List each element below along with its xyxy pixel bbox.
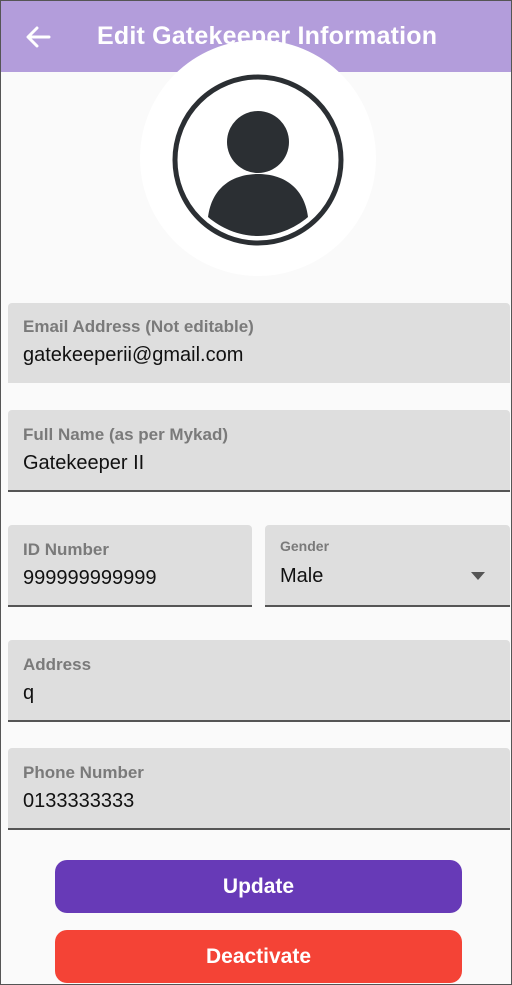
full-name-input[interactable]: Gatekeeper II bbox=[23, 452, 144, 475]
dropdown-arrow-icon bbox=[471, 572, 485, 580]
phone-number-input[interactable]: 0133333333 bbox=[23, 790, 134, 813]
deactivate-button[interactable]: Deactivate bbox=[55, 930, 462, 983]
update-button[interactable]: Update bbox=[55, 860, 462, 913]
email-field: Email Address (Not editable) gatekeeperi… bbox=[8, 303, 510, 383]
gender-label: Gender bbox=[280, 538, 330, 554]
full-name-field[interactable]: Full Name (as per Mykad) Gatekeeper II bbox=[8, 410, 510, 492]
id-number-field[interactable]: ID Number 999999999999 bbox=[8, 525, 252, 607]
email-value: gatekeeperii@gmail.com bbox=[23, 344, 244, 366]
address-label: Address bbox=[23, 655, 92, 674]
address-input[interactable]: q bbox=[23, 682, 34, 705]
full-name-label: Full Name (as per Mykad) bbox=[23, 425, 229, 444]
gender-value: Male bbox=[280, 565, 324, 587]
address-field[interactable]: Address q bbox=[8, 640, 510, 722]
phone-number-field[interactable]: Phone Number 0133333333 bbox=[8, 748, 510, 830]
gender-dropdown[interactable]: Gender Male bbox=[265, 525, 510, 607]
back-button[interactable] bbox=[1, 1, 75, 72]
phone-number-label: Phone Number bbox=[23, 763, 144, 782]
deactivate-label: Deactivate bbox=[205, 944, 312, 968]
id-number-label: ID Number bbox=[23, 540, 109, 559]
arrow-left-icon bbox=[26, 26, 51, 47]
id-number-input[interactable]: 999999999999 bbox=[23, 567, 156, 590]
email-label: Email Address (Not editable) bbox=[23, 317, 254, 336]
account-circle-icon[interactable] bbox=[172, 74, 344, 246]
update-label: Update bbox=[222, 874, 295, 898]
